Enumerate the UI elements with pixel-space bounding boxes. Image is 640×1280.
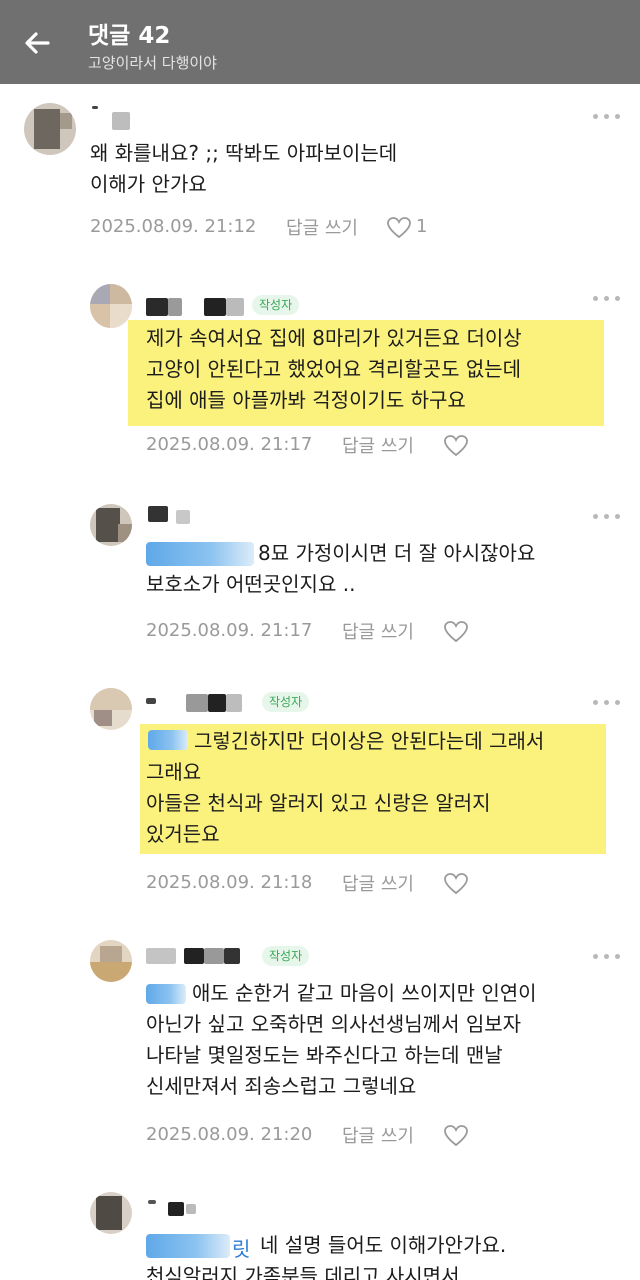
comment-date: 2025.08.09. 21:17	[146, 434, 313, 455]
back-arrow-icon[interactable]	[18, 22, 60, 64]
comment-date: 2025.08.09. 21:18	[146, 872, 313, 893]
comment-date: 2025.08.09. 21:12	[90, 216, 257, 237]
avatar[interactable]	[90, 688, 132, 730]
comment-text: 8묘 가정이시면 더 잘 아시잖아요 보호소가 어떤곳인지요 ..	[146, 541, 536, 596]
reply-button[interactable]: 답글 쓰기	[286, 214, 358, 240]
author-name-blurred[interactable]	[146, 504, 216, 526]
like-count: 1	[416, 216, 428, 237]
more-options-icon[interactable]	[590, 290, 624, 306]
reply-button[interactable]: 답글 쓰기	[342, 432, 414, 458]
more-options-icon[interactable]	[590, 108, 624, 124]
heart-icon[interactable]	[386, 216, 412, 240]
avatar[interactable]	[90, 940, 132, 982]
reply-button[interactable]: 답글 쓰기	[342, 1122, 414, 1148]
more-options-icon[interactable]	[590, 948, 624, 964]
page-title: 댓글 42	[88, 23, 171, 49]
author-name-blurred[interactable]	[146, 295, 346, 317]
heart-icon[interactable]	[443, 872, 469, 896]
comment-date: 2025.08.09. 21:20	[146, 1124, 313, 1145]
avatar[interactable]	[90, 1192, 132, 1234]
page-subtitle: 고양이라서 다행이야	[88, 54, 217, 72]
comment-text: 애도 순한거 같고 마음이 쓰이지만 인연이 아닌가 싶고 오죽하면 의사선생님…	[146, 981, 537, 1098]
comment-text: 제가 속여서요 집에 8마리가 있거든요 더이상 고양이 안된다고 했었어요 격…	[128, 320, 604, 426]
heart-icon[interactable]	[443, 434, 469, 458]
header-bar: 댓글 42 고양이라서 다행이야	[0, 0, 640, 84]
reply-button[interactable]: 답글 쓰기	[342, 870, 414, 896]
avatar[interactable]	[90, 284, 132, 328]
author-badge: 작성자	[252, 295, 300, 315]
more-options-icon[interactable]	[590, 694, 624, 710]
comment-text: 왜 화를내요? ;; 딱봐도 아파보이는데 이해가 안가요	[90, 141, 398, 196]
comment-date: 2025.08.09. 21:17	[146, 620, 313, 641]
more-options-icon[interactable]	[590, 508, 624, 524]
avatar[interactable]	[24, 103, 76, 155]
reply-button[interactable]: 답글 쓰기	[342, 618, 414, 644]
avatar[interactable]	[90, 504, 132, 546]
comment-text: 그렇긴하지만 더이상은 안된다는데 그래서 그래요 아들은 천식과 알러지 있고…	[140, 724, 606, 854]
heart-icon[interactable]	[443, 620, 469, 644]
comment-text: 네 설명 들어도 이해가안가요. 천식알러지 가족분들 데리고 사시면서	[146, 1233, 507, 1280]
mention-tag-blurred[interactable]	[148, 730, 188, 750]
author-badge: 작성자	[262, 692, 310, 712]
author-name-blurred[interactable]	[146, 946, 266, 968]
author-name-blurred[interactable]	[146, 1196, 226, 1218]
author-badge: 작성자	[262, 946, 310, 966]
author-name-blurred[interactable]	[146, 692, 256, 714]
heart-icon[interactable]	[443, 1124, 469, 1148]
author-name-blurred[interactable]	[90, 104, 150, 130]
